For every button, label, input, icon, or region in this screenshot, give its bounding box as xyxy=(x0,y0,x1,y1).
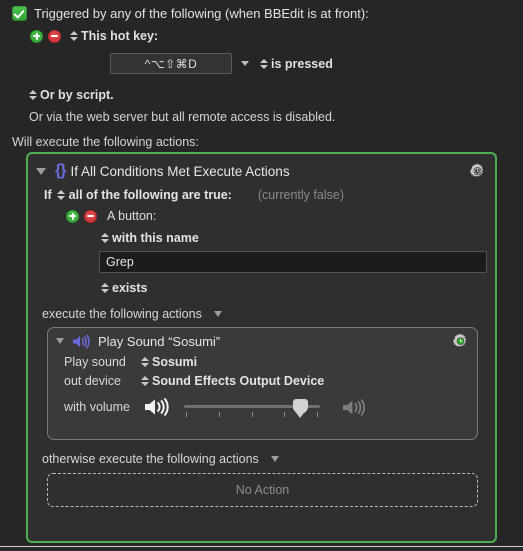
hot-key-label[interactable]: This hot key: xyxy=(81,29,158,43)
execute-actions-disclosure-icon[interactable] xyxy=(213,311,222,317)
volume-slider-thumb[interactable] xyxy=(292,399,308,414)
script-trigger-row: Or by script. xyxy=(28,88,114,102)
condition-status-label: (currently false) xyxy=(257,188,344,202)
play-sound-value-stepper-icon[interactable] xyxy=(140,355,149,369)
play-sound-caption: Play sound xyxy=(64,355,126,369)
play-sound-action[interactable]: Play Sound “Sosumi” Play sound Sosumi ou… xyxy=(47,327,478,440)
volume-slider[interactable] xyxy=(140,394,376,420)
hot-key-field-row: ^⌥⇧⌘D is pressed xyxy=(110,53,333,74)
condition-operator-stepper-icon[interactable] xyxy=(100,281,109,295)
out-device-value-stepper-icon[interactable] xyxy=(140,374,149,388)
condition-qualifier-label[interactable]: with this name xyxy=(112,231,199,245)
script-trigger-label[interactable]: Or by script. xyxy=(40,88,114,102)
otherwise-disclosure-icon[interactable] xyxy=(270,456,279,462)
condition-qualifier-row: with this name xyxy=(28,231,495,245)
condition-prefix-label: If xyxy=(44,188,52,202)
button-name-input[interactable]: Grep xyxy=(99,251,487,273)
chevron-down-icon[interactable] xyxy=(241,61,249,66)
play-sound-value[interactable]: Sosumi xyxy=(152,355,197,369)
speaker-low-icon xyxy=(144,397,178,419)
condition-mode-stepper-icon[interactable] xyxy=(57,188,66,202)
hot-key-input[interactable]: ^⌥⇧⌘D xyxy=(110,53,232,74)
disclosure-triangle-icon[interactable] xyxy=(36,167,46,175)
braces-icon: {} xyxy=(55,162,66,179)
execute-actions-label: execute the following actions xyxy=(42,307,202,321)
hot-key-condition-stepper-icon[interactable] xyxy=(259,57,268,71)
remove-trigger-button[interactable] xyxy=(48,29,61,43)
hot-key-trigger-row: This hot key: xyxy=(30,29,158,43)
if-all-conditions-action[interactable]: {} If All Conditions Met Execute Actions… xyxy=(26,152,497,543)
condition-type-label: A button: xyxy=(107,209,157,223)
execute-actions-row: execute the following actions xyxy=(28,307,495,321)
volume-caption: with volume xyxy=(64,400,130,414)
play-sound-title: Play Sound “Sosumi” xyxy=(98,333,221,349)
condition-mode-row: If all of the following are true: (curre… xyxy=(28,188,495,202)
add-condition-button[interactable] xyxy=(66,209,79,223)
trigger-type-stepper-icon[interactable] xyxy=(69,29,78,43)
speaker-high-icon xyxy=(342,399,374,419)
volume-field-row: with volume xyxy=(48,394,477,420)
webserver-note: Or via the web server but all remote acc… xyxy=(29,110,336,124)
gear-clock-icon[interactable] xyxy=(468,162,487,181)
trigger-title: Triggered by any of the following (when … xyxy=(34,6,369,21)
out-device-value[interactable]: Sound Effects Output Device xyxy=(152,374,324,388)
if-action-header: {} If All Conditions Met Execute Actions xyxy=(28,158,495,184)
script-stepper-icon[interactable] xyxy=(28,88,37,102)
condition-item-row: A button: xyxy=(28,209,495,223)
speaker-icon xyxy=(72,334,94,349)
out-device-field-row: out device Sound Effects Output Device xyxy=(48,374,477,388)
no-action-dropzone[interactable]: No Action xyxy=(47,473,478,507)
trigger-enabled-checkbox[interactable] xyxy=(12,6,27,21)
condition-operator-label[interactable]: exists xyxy=(112,281,147,295)
actions-intro-label: Will execute the following actions: xyxy=(12,135,199,149)
condition-qualifier-stepper-icon[interactable] xyxy=(100,231,109,245)
play-sound-header: Play Sound “Sosumi” xyxy=(48,328,477,350)
gear-green-icon[interactable] xyxy=(451,332,470,351)
if-action-title: If All Conditions Met Execute Actions xyxy=(70,163,290,179)
add-trigger-button[interactable] xyxy=(30,29,43,43)
otherwise-actions-row: otherwise execute the following actions xyxy=(28,452,495,466)
condition-operator-row: exists xyxy=(28,281,495,295)
otherwise-actions-label: otherwise execute the following actions xyxy=(42,452,259,466)
out-device-caption: out device xyxy=(64,374,121,388)
play-sound-field-row: Play sound Sosumi xyxy=(48,355,477,369)
condition-mode-label[interactable]: all of the following are true: xyxy=(69,188,232,202)
bottom-divider xyxy=(0,546,523,551)
hot-key-condition-label[interactable]: is pressed xyxy=(271,57,333,71)
remove-condition-button[interactable] xyxy=(84,209,97,223)
trigger-header: Triggered by any of the following (when … xyxy=(12,6,369,21)
play-sound-disclosure-icon[interactable] xyxy=(56,338,64,344)
